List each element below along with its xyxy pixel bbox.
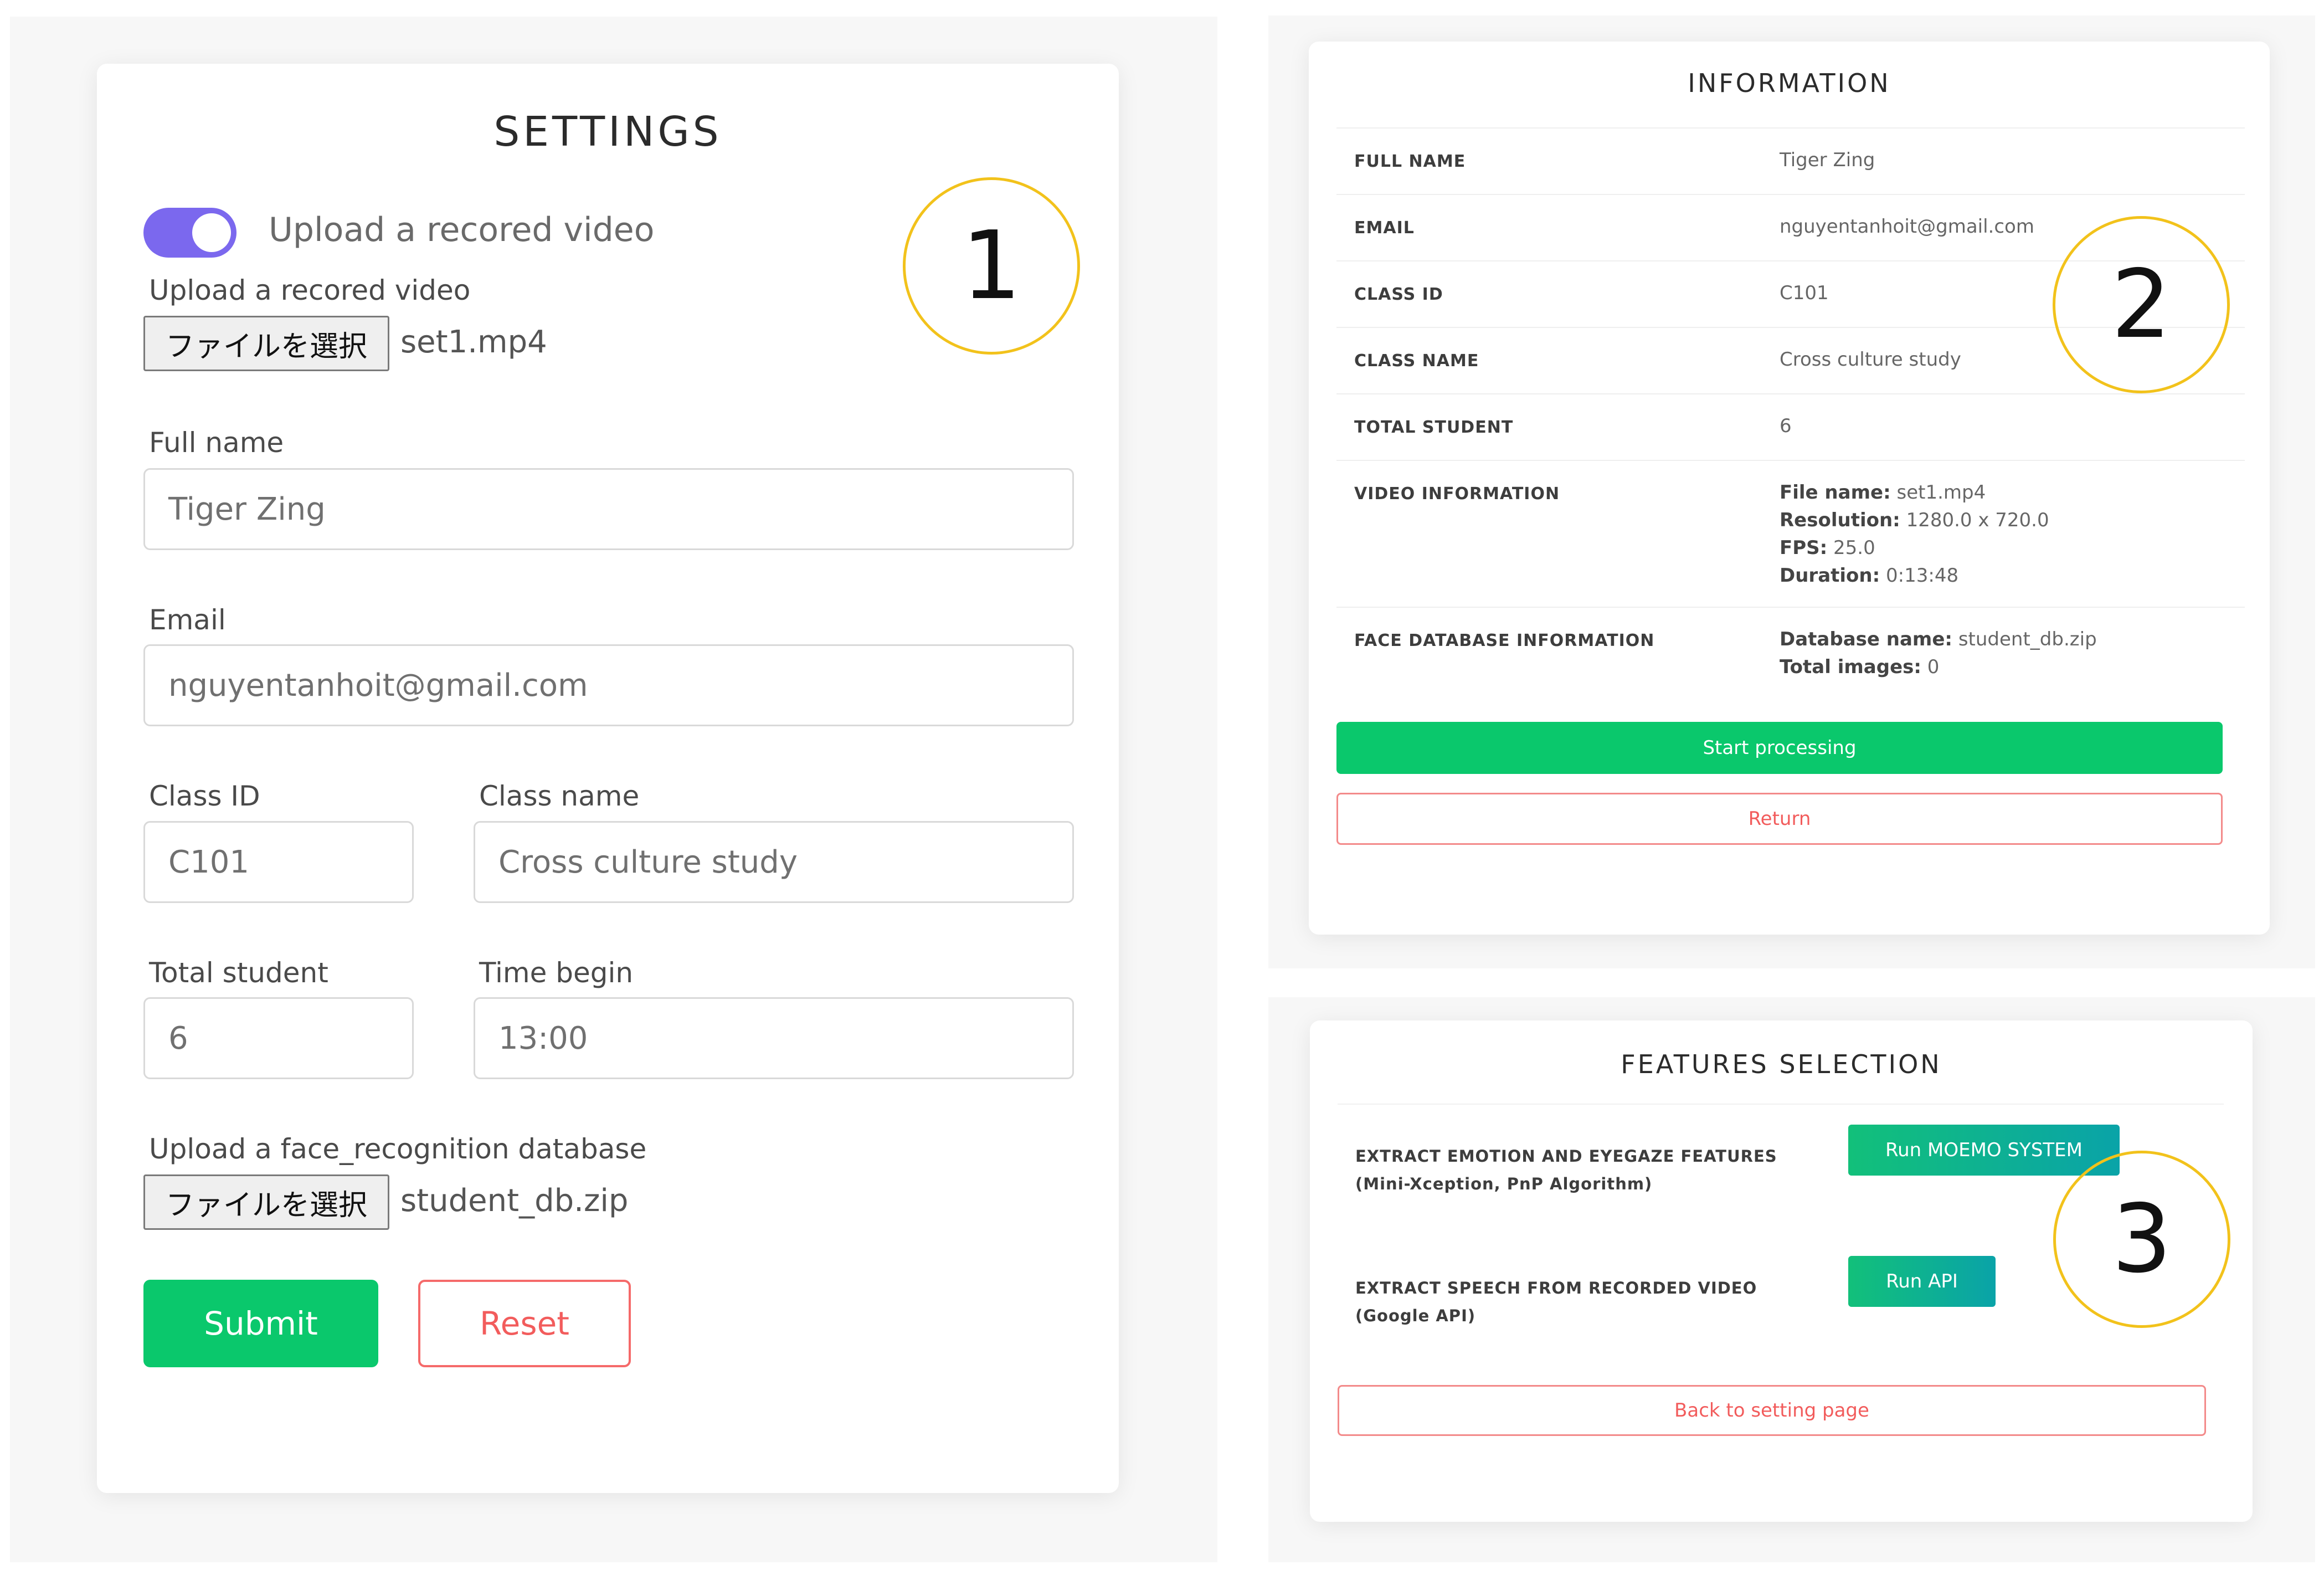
video-file-name: set1.mp4 bbox=[400, 324, 547, 360]
information-card: INFORMATION FULL NAME Tiger Zing EMAIL n… bbox=[1309, 42, 2270, 935]
toggle-knob bbox=[192, 213, 231, 252]
full-name-label: Full name bbox=[149, 427, 284, 459]
info-full-name-label: FULL NAME bbox=[1354, 152, 1466, 171]
video-resolution-key: Resolution: bbox=[1780, 509, 1900, 531]
db-name-key: Database name: bbox=[1780, 628, 1953, 650]
toggle-label: Upload a recored video bbox=[269, 211, 655, 249]
info-row-video: VIDEO INFORMATION File name: set1.mp4 Re… bbox=[1336, 460, 2245, 608]
email-input[interactable]: nguyentanhoit@gmail.com bbox=[143, 644, 1074, 726]
speech-feature-text: EXTRACT SPEECH FROM RECORDED VIDEO (Goog… bbox=[1355, 1274, 1757, 1330]
full-name-input[interactable]: Tiger Zing bbox=[143, 468, 1074, 550]
database-file-name: student_db.zip bbox=[400, 1183, 629, 1219]
video-duration-value: 0:13:48 bbox=[1886, 565, 1959, 587]
info-class-name-label: CLASS NAME bbox=[1354, 351, 1479, 371]
upload-video-toggle[interactable] bbox=[143, 208, 236, 258]
total-student-label: Total student bbox=[149, 957, 328, 989]
run-api-button[interactable]: Run API bbox=[1848, 1256, 1996, 1307]
reset-button[interactable]: Reset bbox=[418, 1280, 631, 1367]
run-moemo-button[interactable]: Run MOEMO SYSTEM bbox=[1848, 1125, 2120, 1176]
settings-title: SETTINGS bbox=[493, 108, 722, 156]
class-id-label: Class ID bbox=[149, 780, 260, 812]
speech-feature-title: EXTRACT SPEECH FROM RECORDED VIDEO bbox=[1355, 1279, 1757, 1297]
back-to-settings-button[interactable]: Back to setting page bbox=[1338, 1385, 2206, 1436]
info-total-student-label: TOTAL STUDENT bbox=[1354, 418, 1514, 437]
features-card: FEATURES SELECTION EXTRACT EMOTION AND E… bbox=[1310, 1020, 2253, 1522]
return-button[interactable]: Return bbox=[1336, 793, 2223, 845]
video-file-name-key: File name: bbox=[1780, 481, 1891, 504]
features-title: FEATURES SELECTION bbox=[1621, 1049, 1942, 1079]
submit-button[interactable]: Submit bbox=[143, 1280, 378, 1367]
step-marker-3: 3 bbox=[2053, 1151, 2230, 1328]
info-total-student-value: 6 bbox=[1780, 415, 1792, 437]
db-name-value: student_db.zip bbox=[1958, 628, 2097, 650]
information-title: INFORMATION bbox=[1688, 68, 1891, 98]
step-marker-1: 1 bbox=[903, 177, 1080, 355]
class-name-input[interactable]: Cross culture study bbox=[474, 821, 1074, 903]
info-row-full-name: FULL NAME Tiger Zing bbox=[1336, 127, 2245, 195]
info-video-values: File name: set1.mp4 Resolution: 1280.0 x… bbox=[1780, 479, 2049, 589]
info-video-label: VIDEO INFORMATION bbox=[1354, 484, 1560, 504]
info-row-total-student: TOTAL STUDENT 6 bbox=[1336, 393, 2245, 461]
emotion-feature-title: EXTRACT EMOTION AND EYEGAZE FEATURES bbox=[1355, 1147, 1777, 1166]
class-name-label: Class name bbox=[479, 780, 640, 812]
total-student-input[interactable]: 6 bbox=[143, 997, 414, 1079]
emotion-feature-text: EXTRACT EMOTION AND EYEGAZE FEATURES (Mi… bbox=[1355, 1142, 1777, 1198]
database-file-button[interactable]: ファイルを選択 bbox=[143, 1174, 389, 1230]
video-duration-key: Duration: bbox=[1780, 565, 1880, 587]
video-file-button[interactable]: ファイルを選択 bbox=[143, 316, 389, 371]
video-resolution-value: 1280.0 x 720.0 bbox=[1906, 509, 2049, 531]
video-fps-value: 25.0 bbox=[1833, 537, 1875, 559]
video-fps-key: FPS: bbox=[1780, 537, 1828, 559]
info-face-db-values: Database name: student_db.zip Total imag… bbox=[1780, 625, 2097, 681]
step-marker-2: 2 bbox=[2053, 216, 2230, 393]
time-begin-label: Time begin bbox=[479, 957, 634, 989]
database-upload-label: Upload a face_recognition database bbox=[149, 1133, 647, 1165]
info-class-id-value: C101 bbox=[1780, 282, 1829, 304]
emotion-feature-subtitle: (Mini-Xception, PnP Algorithm) bbox=[1355, 1174, 1653, 1193]
info-face-db-label: FACE DATABASE INFORMATION bbox=[1354, 631, 1655, 650]
info-full-name-value: Tiger Zing bbox=[1780, 149, 1875, 171]
info-class-name-value: Cross culture study bbox=[1780, 348, 1961, 371]
info-row-face-db: FACE DATABASE INFORMATION Database name:… bbox=[1336, 607, 2245, 691]
settings-card: SETTINGS Upload a recored video Upload a… bbox=[97, 64, 1119, 1493]
class-id-input[interactable]: C101 bbox=[143, 821, 414, 903]
db-total-images-value: 0 bbox=[1927, 656, 1940, 678]
start-processing-button[interactable]: Start processing bbox=[1336, 722, 2223, 774]
email-label: Email bbox=[149, 604, 226, 636]
db-total-images-key: Total images: bbox=[1780, 656, 1921, 678]
info-class-id-label: CLASS ID bbox=[1354, 285, 1443, 304]
info-email-label: EMAIL bbox=[1354, 218, 1415, 238]
features-divider bbox=[1338, 1104, 2224, 1105]
speech-feature-subtitle: (Google API) bbox=[1355, 1306, 1476, 1325]
time-begin-input[interactable]: 13:00 bbox=[474, 997, 1074, 1079]
video-upload-label: Upload a recored video bbox=[149, 274, 471, 306]
video-file-name-value: set1.mp4 bbox=[1896, 481, 1986, 504]
info-email-value: nguyentanhoit@gmail.com bbox=[1780, 216, 2034, 238]
